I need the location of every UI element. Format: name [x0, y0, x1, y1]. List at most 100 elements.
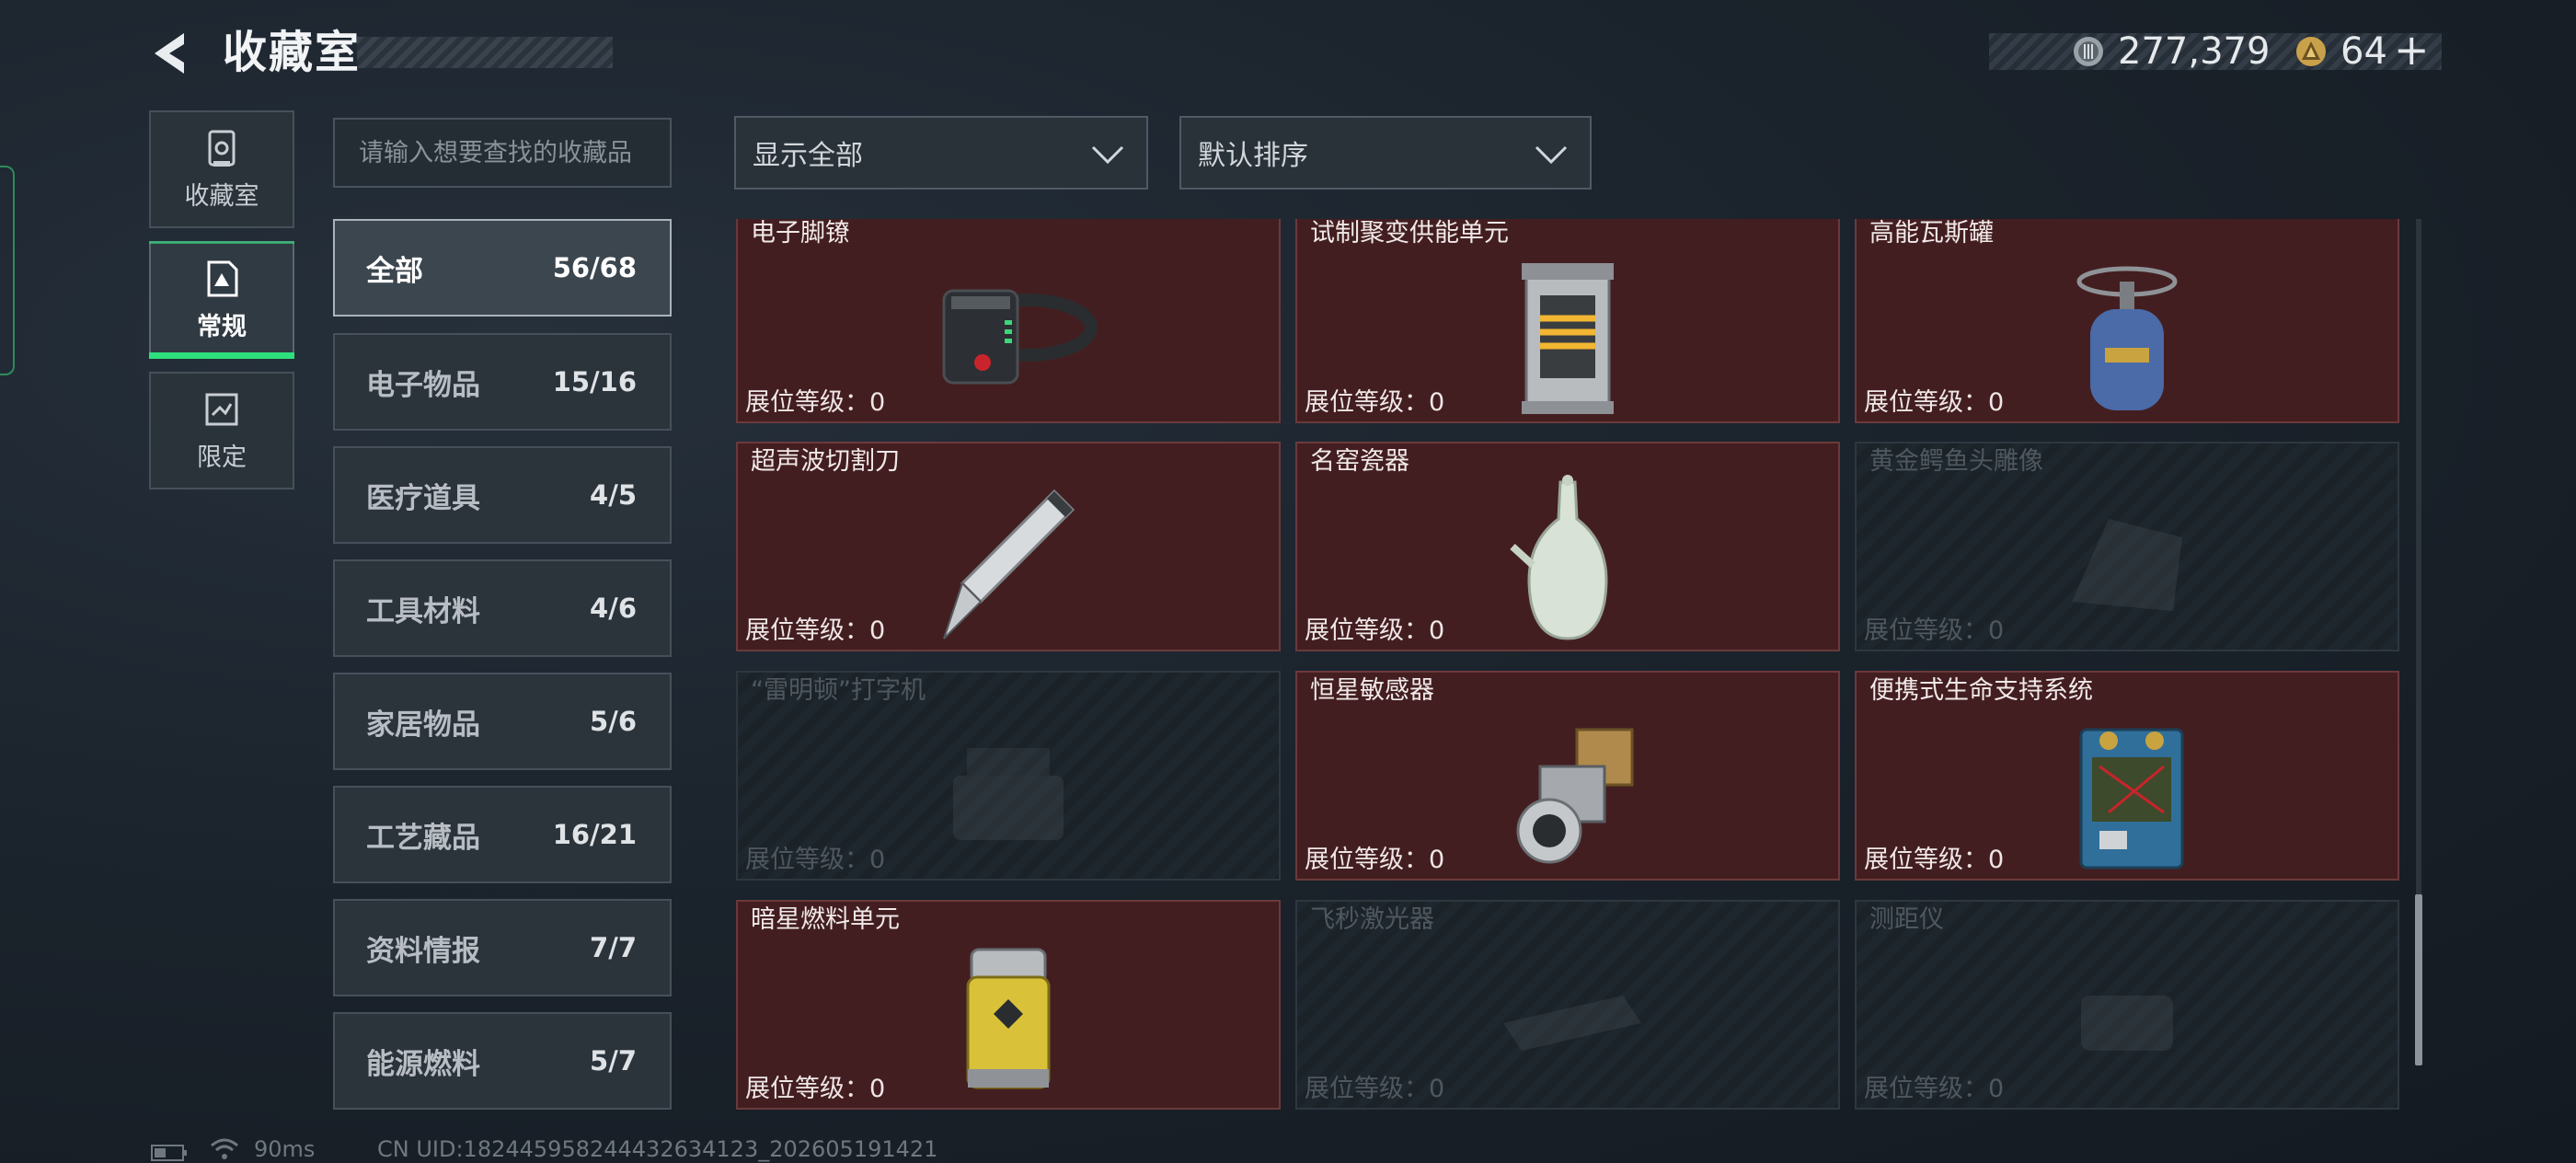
fuel-canister-icon [966, 948, 1051, 1089]
item-card[interactable]: 高能瓦斯罐 展位等级：0 [1855, 219, 2399, 423]
category-medical[interactable]: 医疗道具 4/5 [333, 446, 672, 544]
item-name: 黄金鳄鱼头雕像 [1869, 447, 2043, 476]
token-value: 64 [2340, 30, 2387, 73]
search-input[interactable] [333, 118, 672, 188]
gas-tank-icon [2076, 266, 2178, 410]
category-count: 5/6 [590, 706, 637, 737]
item-name: 恒星敏感器 [1310, 676, 1434, 705]
laser-icon [1503, 996, 1641, 1051]
category-fuel[interactable]: 能源燃料 5/7 [333, 1012, 672, 1110]
display-filter-value: 显示全部 [753, 140, 863, 172]
display-level: 展位等级：0 [745, 616, 886, 645]
display-level: 展位等级：0 [1305, 1075, 1445, 1103]
fusion-cell-icon [1522, 263, 1614, 414]
item-name: 超声波切割刀 [751, 447, 900, 476]
currency-value: 277,379 [2118, 30, 2271, 73]
ankle-monitor-icon [942, 289, 1098, 385]
item-name: “雷明顿”打字机 [751, 676, 926, 705]
category-name: 资料情报 [366, 934, 480, 968]
chevron-down-icon [1091, 145, 1124, 165]
ultrasonic-cutter-icon [943, 489, 1075, 639]
item-card[interactable]: 便携式生命支持系统 展位等级：0 [1855, 671, 2399, 881]
star-sensor-icon [1516, 728, 1634, 864]
life-support-icon [2079, 728, 2184, 869]
category-crafts[interactable]: 工艺藏品 16/21 [333, 786, 672, 883]
side-tab-label: 常规 [197, 312, 247, 341]
category-count: 56/68 [552, 252, 637, 283]
item-card-locked[interactable]: 飞秒激光器 展位等级：0 [1295, 900, 1840, 1110]
item-card-locked[interactable]: 测距仪 展位等级：0 [1855, 900, 2399, 1110]
vault-icon [208, 130, 236, 167]
display-level: 展位等级：0 [1864, 616, 2005, 645]
category-count: 4/6 [590, 593, 637, 624]
category-count: 4/5 [590, 479, 637, 511]
display-level: 展位等级：0 [1864, 1075, 2005, 1103]
sort-dropdown[interactable]: 默认排序 [1179, 116, 1592, 190]
display-level: 展位等级：0 [1305, 616, 1445, 645]
category-name: 工具材料 [366, 594, 480, 628]
title-decoration [357, 37, 613, 68]
side-tab-collection-room[interactable]: 收藏室 [149, 110, 294, 228]
side-tab-regular[interactable]: 常规 [149, 241, 294, 359]
category-name: 医疗道具 [366, 481, 480, 515]
item-card[interactable]: 超声波切割刀 展位等级：0 [736, 442, 1281, 651]
category-name: 电子物品 [366, 368, 480, 402]
display-level: 展位等级：0 [1305, 846, 1445, 874]
edge-handle[interactable] [0, 166, 15, 375]
item-card[interactable]: 电子脚镣 展位等级：0 [736, 219, 1281, 423]
display-level: 展位等级：0 [1305, 388, 1445, 417]
category-count: 7/7 [590, 932, 637, 963]
item-name: 测距仪 [1869, 905, 1944, 934]
battery-icon [151, 1145, 187, 1161]
category-electronics[interactable]: 电子物品 15/16 [333, 333, 672, 431]
category-name: 工艺藏品 [366, 821, 480, 855]
category-household[interactable]: 家居物品 5/6 [333, 673, 672, 770]
item-name: 名窑瓷器 [1310, 447, 1409, 476]
porcelain-vase-icon [1510, 475, 1608, 640]
add-token-button[interactable]: + [2394, 26, 2430, 74]
category-count: 5/7 [590, 1045, 637, 1077]
category-name: 能源燃料 [366, 1047, 480, 1081]
category-name: 家居物品 [366, 708, 480, 742]
category-all[interactable]: 全部 56/68 [333, 219, 672, 317]
rangefinder-icon [2081, 996, 2173, 1051]
display-level: 展位等级：0 [745, 388, 886, 417]
item-name: 高能瓦斯罐 [1869, 219, 1994, 248]
user-uid: CN UID:182445958244432634123_20260519142… [377, 1136, 938, 1162]
sort-value: 默认排序 [1198, 140, 1308, 172]
chevron-down-icon [1535, 145, 1568, 165]
collection-grid[interactable]: 电子脚镣 展位等级：0 试制聚变供能单元 展位等级：0 高能瓦斯罐 展位等级：0 [734, 219, 2401, 1115]
category-name: 全部 [366, 254, 423, 288]
token-icon [2296, 37, 2326, 66]
side-tab-label: 限定 [197, 443, 247, 472]
item-name: 暗星燃料单元 [751, 905, 900, 934]
ping-readout: 90ms [254, 1136, 316, 1162]
limited-icon [205, 393, 238, 425]
item-name: 飞秒激光器 [1310, 905, 1434, 934]
category-intel[interactable]: 资料情报 7/7 [333, 899, 672, 996]
scrollbar-thumb[interactable] [2415, 894, 2422, 1065]
display-filter-dropdown[interactable]: 显示全部 [734, 116, 1148, 190]
item-card[interactable]: 暗星燃料单元 展位等级：0 [736, 900, 1281, 1110]
item-name: 电子脚镣 [751, 219, 850, 248]
display-level: 展位等级：0 [1864, 846, 2005, 874]
side-tab-label: 收藏室 [184, 181, 259, 211]
wifi-icon [211, 1138, 238, 1159]
item-card-locked[interactable]: “雷明顿”打字机 展位等级：0 [736, 671, 1281, 881]
category-count: 15/16 [552, 366, 637, 397]
item-card[interactable]: 恒星敏感器 展位等级：0 [1295, 671, 1840, 881]
display-level: 展位等级：0 [745, 846, 886, 874]
category-tools[interactable]: 工具材料 4/6 [333, 559, 672, 657]
item-card[interactable]: 试制聚变供能单元 展位等级：0 [1295, 219, 1840, 423]
back-arrow-icon[interactable] [147, 28, 199, 79]
item-card-locked[interactable]: 黄金鳄鱼头雕像 展位等级：0 [1855, 442, 2399, 651]
statue-icon [2072, 519, 2182, 611]
item-card[interactable]: 名窑瓷器 展位等级：0 [1295, 442, 1840, 651]
display-level: 展位等级：0 [1864, 388, 2005, 417]
display-level: 展位等级：0 [745, 1075, 886, 1103]
typewriter-icon [953, 748, 1064, 840]
coin-icon [2074, 37, 2103, 66]
side-tab-limited[interactable]: 限定 [149, 372, 294, 489]
document-icon [207, 260, 238, 296]
category-count: 16/21 [552, 819, 637, 850]
